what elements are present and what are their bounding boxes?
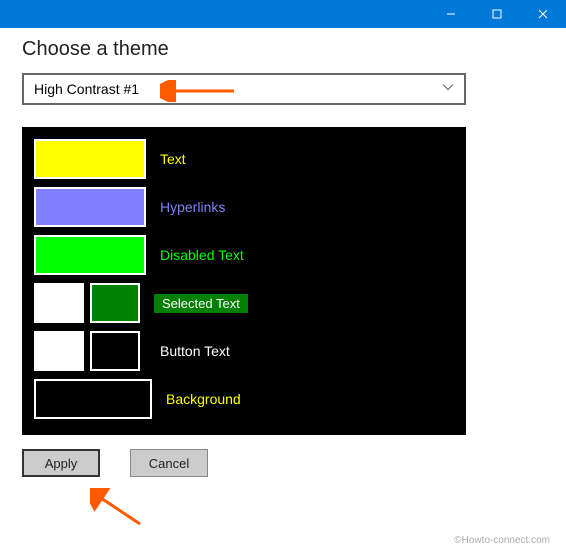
preview-row-button: Button Text (34, 331, 454, 371)
swatch-selected-bg[interactable] (90, 283, 140, 323)
chevron-down-icon (442, 84, 454, 95)
preview-row-text: Text (34, 139, 454, 179)
apply-button[interactable]: Apply (22, 449, 100, 477)
theme-dropdown-value: High Contrast #1 (34, 81, 139, 97)
preview-label: Background (166, 391, 241, 407)
theme-dropdown[interactable]: High Contrast #1 (22, 73, 466, 105)
swatch-background-color[interactable] (34, 379, 152, 419)
action-buttons: Apply Cancel (22, 449, 544, 477)
annotation-arrow-icon (90, 488, 150, 528)
preview-label: Text (160, 151, 186, 167)
swatch-text-color[interactable] (34, 139, 146, 179)
preview-label: Disabled Text (160, 247, 244, 263)
page-title: Choose a theme (22, 38, 544, 61)
maximize-button[interactable] (474, 0, 520, 28)
window-titlebar (0, 0, 566, 28)
swatch-hyperlink-color[interactable] (34, 187, 146, 227)
watermark-text: ©Howto-connect.com (454, 535, 550, 546)
cancel-button[interactable]: Cancel (130, 449, 208, 477)
swatch-disabled-color[interactable] (34, 235, 146, 275)
preview-label: Hyperlinks (160, 199, 225, 215)
preview-row-disabled: Disabled Text (34, 235, 454, 275)
swatch-selected-fg[interactable] (34, 283, 84, 323)
preview-row-background: Background (34, 379, 454, 419)
close-button[interactable] (520, 0, 566, 28)
preview-label: Selected Text (154, 294, 248, 313)
preview-row-hyperlinks: Hyperlinks (34, 187, 454, 227)
minimize-button[interactable] (428, 0, 474, 28)
swatch-button-bg[interactable] (90, 331, 140, 371)
theme-preview-panel: Text Hyperlinks Disabled Text Selected T… (22, 127, 466, 435)
preview-row-selected: Selected Text (34, 283, 454, 323)
swatch-button-fg[interactable] (34, 331, 84, 371)
preview-label: Button Text (154, 343, 230, 359)
